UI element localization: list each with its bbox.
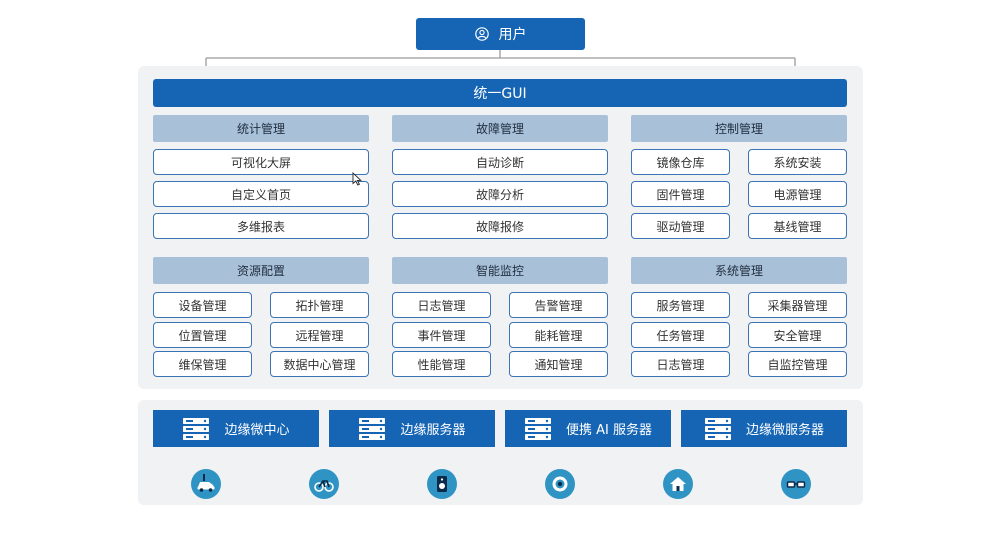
item-system-install[interactable]: 系统安装 [748, 149, 847, 175]
end-device-camera[interactable] [545, 469, 575, 499]
glasses-icon [786, 481, 806, 488]
server-icon [525, 417, 551, 440]
item-energy[interactable]: 能耗管理 [509, 322, 608, 348]
group-header-control[interactable]: 控制管理 [631, 115, 847, 142]
item-maintenance[interactable]: 维保管理 [153, 351, 252, 377]
item-fault-analysis[interactable]: 故障分析 [392, 181, 608, 207]
item-self-monitor[interactable]: 自监控管理 [748, 351, 847, 377]
item-sys-log[interactable]: 日志管理 [631, 351, 730, 377]
item-service[interactable]: 服务管理 [631, 292, 730, 318]
mouse-cursor-icon [352, 172, 362, 186]
item-device-mgmt[interactable]: 设备管理 [153, 292, 252, 318]
server-icon [183, 417, 210, 440]
unified-gui-bar[interactable]: 统一GUI [153, 79, 847, 107]
group-header-resource[interactable]: 资源配置 [153, 257, 369, 284]
device-label: 边缘微服务器 [745, 423, 824, 438]
item-baseline[interactable]: 基线管理 [748, 213, 847, 239]
item-remote[interactable]: 远程管理 [270, 322, 369, 348]
item-notify[interactable]: 通知管理 [509, 351, 608, 377]
end-device-car[interactable] [191, 469, 221, 499]
user-box[interactable]: 用户 [416, 18, 585, 50]
end-device-glasses[interactable] [781, 469, 811, 499]
item-image-repo[interactable]: 镜像仓库 [631, 149, 730, 175]
group-header-monitor[interactable]: 智能监控 [392, 257, 608, 284]
group-header-stats[interactable]: 统计管理 [153, 115, 369, 142]
end-device-home[interactable] [663, 469, 693, 499]
item-custom-home[interactable]: 自定义首页 [153, 181, 369, 207]
item-firmware[interactable]: 固件管理 [631, 181, 730, 207]
bicycle-icon [314, 480, 334, 492]
car-icon [197, 474, 215, 492]
item-security[interactable]: 安全管理 [748, 322, 847, 348]
item-event[interactable]: 事件管理 [392, 322, 491, 348]
item-power[interactable]: 电源管理 [748, 181, 847, 207]
item-fault-report[interactable]: 故障报修 [392, 213, 608, 239]
item-performance[interactable]: 性能管理 [392, 351, 491, 377]
item-log-mgmt[interactable]: 日志管理 [392, 292, 491, 318]
item-datacenter[interactable]: 数据中心管理 [270, 351, 369, 377]
device-label: 便携 AI 服务器 [566, 423, 652, 438]
group-header-system[interactable]: 系统管理 [631, 257, 847, 284]
user-icon [474, 27, 489, 41]
end-device-speaker[interactable] [427, 469, 457, 499]
device-label: 边缘服务器 [400, 423, 466, 438]
item-collector[interactable]: 采集器管理 [748, 292, 847, 318]
user-label: 用户 [498, 27, 527, 43]
end-device-bicycle[interactable] [309, 469, 339, 499]
device-edge-micro-server[interactable]: 边缘微服务器 [681, 410, 847, 447]
item-location[interactable]: 位置管理 [153, 322, 252, 348]
device-edge-server[interactable]: 边缘服务器 [329, 410, 495, 447]
item-visual-dashboard[interactable]: 可视化大屏 [153, 149, 369, 175]
item-alarm[interactable]: 告警管理 [509, 292, 608, 318]
gui-label: 统一GUI [473, 86, 527, 102]
device-edge-micro-center[interactable]: 边缘微中心 [153, 410, 319, 447]
item-task[interactable]: 任务管理 [631, 322, 730, 348]
item-topology[interactable]: 拓扑管理 [270, 292, 369, 318]
camera-icon [552, 476, 568, 492]
server-icon [359, 417, 386, 440]
home-icon [670, 477, 686, 491]
speaker-icon [437, 476, 447, 492]
item-driver[interactable]: 驱动管理 [631, 213, 730, 239]
server-icon [704, 417, 731, 440]
device-label: 边缘微中心 [224, 423, 290, 438]
item-auto-diagnosis[interactable]: 自动诊断 [392, 149, 608, 175]
item-multi-report[interactable]: 多维报表 [153, 213, 369, 239]
group-header-fault[interactable]: 故障管理 [392, 115, 608, 142]
device-portable-ai-server[interactable]: 便携 AI 服务器 [505, 410, 671, 447]
